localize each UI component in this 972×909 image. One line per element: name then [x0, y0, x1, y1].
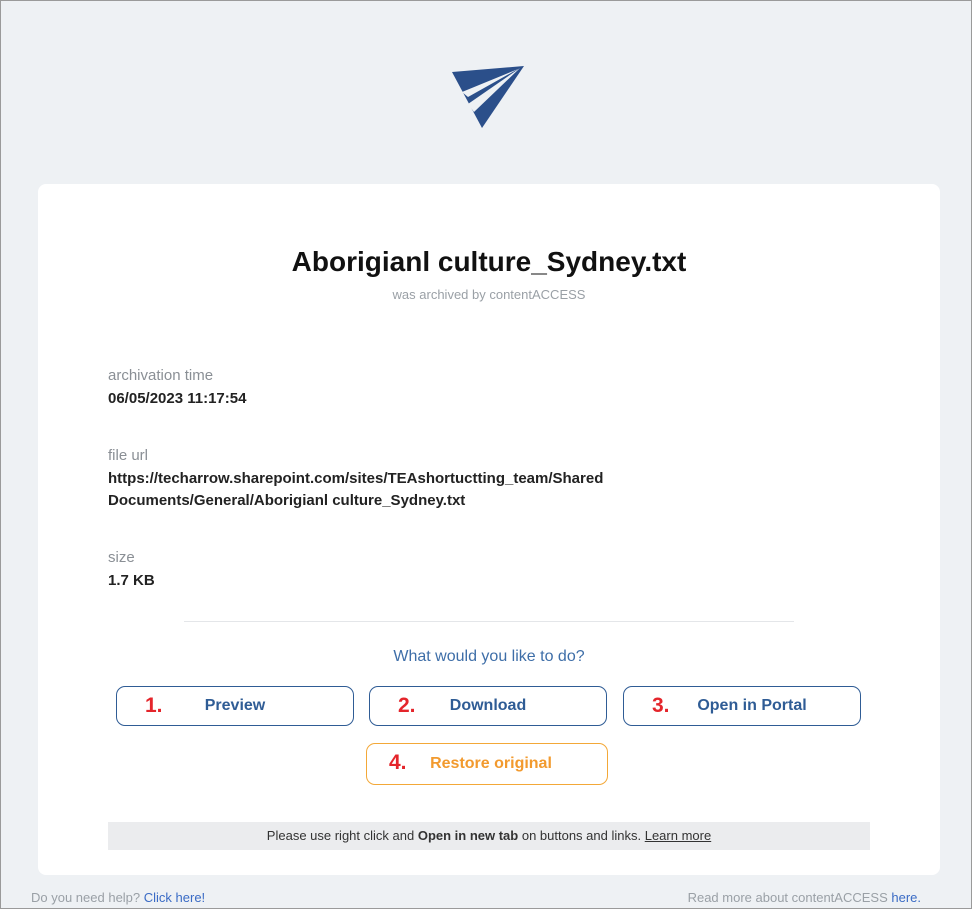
open-in-portal-step-number: 3. — [652, 694, 670, 717]
read-more-footer: Read more about contentACCESS here. — [688, 890, 921, 905]
file-url-label: file url — [108, 447, 149, 464]
download-step-number: 2. — [398, 694, 416, 717]
file-url-field: file url https://techarrow.sharepoint.co… — [108, 446, 603, 512]
preview-step-number: 1. — [145, 694, 163, 717]
archivation-time-label: archivation time — [108, 367, 214, 384]
file-name-title: Aborigianl culture_Sydney.txt — [291, 246, 687, 277]
size-field: size 1.7 KB — [108, 548, 155, 592]
action-question: What would you like to do? — [393, 648, 585, 665]
help-click-here-link[interactable]: Click here! — [144, 890, 205, 905]
help-text: Do you need help? — [31, 890, 144, 905]
read-more-text: Read more about contentACCESS — [687, 890, 892, 905]
size-label: size — [108, 549, 135, 566]
file-url-value-line2: Documents/General/Aborigianl culture_Syd… — [108, 492, 466, 509]
notice-prefix: Please use right click and — [266, 828, 418, 843]
preview-button[interactable]: 1. Preview — [116, 686, 354, 726]
paper-plane-logo-icon — [452, 66, 524, 128]
download-button[interactable]: 2. Download — [369, 686, 607, 726]
new-tab-notice: Please use right click and Open in new t… — [108, 822, 870, 850]
size-value: 1.7 KB — [108, 572, 155, 589]
read-more-here-link[interactable]: here. — [891, 890, 921, 905]
notice-suffix: on buttons and links. — [518, 828, 645, 843]
archivation-time-value: 06/05/2023 11:17:54 — [108, 390, 247, 407]
file-url-value-line1: https://techarrow.sharepoint.com/sites/T… — [108, 470, 604, 487]
archived-by-subtitle: was archived by contentACCESS — [392, 287, 586, 302]
restore-step-number: 4. — [389, 751, 407, 774]
learn-more-link[interactable]: Learn more — [645, 828, 711, 843]
open-in-portal-button[interactable]: 3. Open in Portal — [623, 686, 861, 726]
archive-info-card: Aborigianl culture_Sydney.txt was archiv… — [38, 184, 940, 875]
notice-bold: Open in new tab — [417, 828, 519, 843]
archivation-time-field: archivation time 06/05/2023 11:17:54 — [108, 366, 246, 410]
restore-original-button[interactable]: 4. Restore original — [366, 743, 608, 785]
help-footer: Do you need help? Click here! — [31, 890, 205, 905]
divider — [184, 621, 794, 622]
